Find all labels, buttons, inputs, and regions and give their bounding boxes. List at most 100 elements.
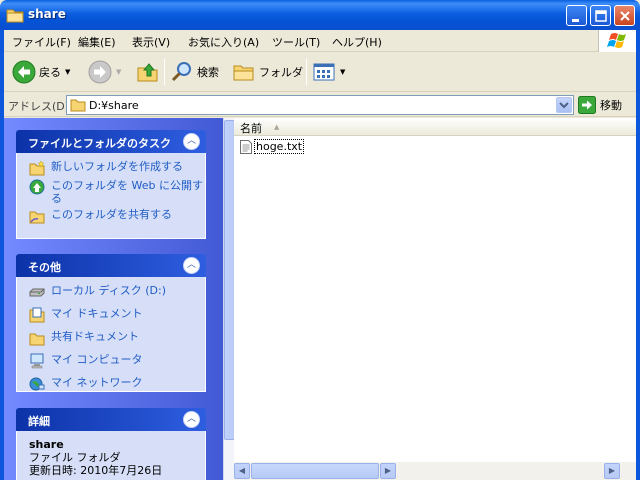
text-file-icon [240,139,252,154]
back-label: 戻る [39,66,61,79]
place-label: ローカル ディスク (D:) [51,284,166,297]
folder-up-icon [137,63,158,82]
close-button[interactable] [614,5,635,26]
my-documents-icon [29,307,45,323]
minimize-icon [572,19,579,22]
panel-header[interactable]: 詳細 ︿ [16,408,206,431]
place-my-network[interactable]: マイ ネットワーク [29,376,205,392]
detail-modified: 更新日時: 2010年7月26日 [29,464,163,477]
publish-web-icon [29,179,45,195]
toolbar-separator [164,59,165,85]
menu-view[interactable]: 表示(V) [132,34,170,50]
panel-title: その他 [28,261,61,274]
horizontal-scrollbar[interactable]: ◀ ▶ ▶ [234,462,636,480]
sort-ascending-icon: ▲ [274,123,280,131]
folders-button[interactable]: フォルダ [232,53,303,91]
forward-arrow-icon [88,60,112,84]
search-label: 検索 [197,66,219,79]
address-input[interactable]: D:¥share [66,95,574,115]
place-label: マイ ネットワーク [51,376,143,389]
panel-body: ローカル ディスク (D:) マイ ドキュメント 共有ドキュメント マイ コンピ… [16,277,206,392]
views-dropdown-icon[interactable]: ▼ [340,68,345,76]
folders-label: フォルダ [259,66,303,79]
file-folder-tasks-panel: ファイルとフォルダのタスク ︿ 新しいフォルダを作成する このフォルダを Web… [16,130,206,239]
place-shared-documents[interactable]: 共有ドキュメント [29,330,205,346]
file-list-view[interactable]: 名前 ▲ hoge.txt ◀ ▶ ▶ [234,118,636,480]
panel-header[interactable]: ファイルとフォルダのタスク ︿ [16,130,206,153]
up-button[interactable] [136,53,160,91]
file-item[interactable]: hoge.txt [240,139,305,154]
share-folder-icon [29,211,45,224]
task-new-folder[interactable]: 新しいフォルダを作成する [29,160,205,176]
local-disk-icon [29,288,45,297]
search-button[interactable]: 検索 [170,53,219,91]
collapse-chevron-icon[interactable]: ︿ [183,257,200,274]
new-folder-icon [29,160,45,176]
maximize-icon [595,10,607,22]
column-header-name[interactable]: 名前 ▲ [234,118,636,136]
shared-documents-icon [29,333,45,346]
scrollbar-thumb[interactable] [251,463,379,479]
place-my-computer[interactable]: マイ コンピュータ [29,353,205,369]
address-bar: アドレス(D) D:¥share 移動 [4,93,636,117]
task-label: 新しいフォルダを作成する [51,160,183,173]
title-bar[interactable]: share [0,0,640,30]
detail-folder-type: ファイル フォルダ [29,451,121,464]
address-dropdown-button[interactable] [556,97,572,113]
scrollbar-thumb[interactable] [224,120,234,440]
toolbar-separator [306,59,307,85]
go-label: 移動 [600,99,622,112]
search-icon [171,62,191,82]
go-arrow-icon [578,96,596,114]
details-panel: 詳細 ︿ share ファイル フォルダ 更新日時: 2010年7月26日 [16,408,206,480]
back-dropdown-icon[interactable]: ▼ [65,68,70,76]
scroll-left-button[interactable]: ◀ [234,463,250,479]
address-value: D:¥share [89,99,139,112]
chevron-down-icon [559,102,569,109]
menu-help[interactable]: ヘルプ(H) [332,34,382,50]
back-arrow-icon [12,60,36,84]
task-label: このフォルダを共有する [51,208,172,221]
forward-dropdown-icon[interactable]: ▼ [116,68,121,76]
my-computer-icon [30,353,44,369]
close-icon [620,11,630,21]
forward-button[interactable]: ▼ [88,53,121,91]
collapse-chevron-icon[interactable]: ︿ [183,133,200,150]
panel-body: share ファイル フォルダ 更新日時: 2010年7月26日 [16,431,206,480]
menu-edit[interactable]: 編集(E) [78,34,116,50]
panel-title: 詳細 [28,415,50,428]
views-icon [313,63,335,81]
window-frame-right [636,30,640,480]
task-share-folder[interactable]: このフォルダを共有する [29,208,205,224]
toolbar: 戻る ▼ ▼ 検索 フォルダ ▼ [4,53,636,92]
task-label: このフォルダを Web に公開する [51,179,203,205]
column-header-label: 名前 [240,122,262,135]
menu-favorites[interactable]: お気に入り(A) [188,34,259,50]
maximize-button[interactable] [590,5,611,26]
folder-icon [6,9,24,23]
folders-icon [233,65,254,81]
place-local-disk[interactable]: ローカル ディスク (D:) [29,284,205,300]
task-pane: ファイルとフォルダのタスク ︿ 新しいフォルダを作成する このフォルダを Web… [4,118,234,480]
back-button[interactable]: 戻る ▼ [12,53,70,91]
detail-folder-name: share [29,438,64,451]
folder-icon [70,99,86,112]
window-title: share [28,7,66,21]
place-my-documents[interactable]: マイ ドキュメント [29,307,205,323]
go-button[interactable]: 移動 [578,95,622,115]
other-places-panel: その他 ︿ ローカル ディスク (D:) マイ ドキュメント 共有ドキュメント … [16,254,206,392]
scroll-right-button[interactable]: ▶ [380,463,396,479]
panel-header[interactable]: その他 ︿ [16,254,206,277]
task-pane-scrollbar[interactable] [223,118,234,480]
menu-tools[interactable]: ツール(T) [272,34,320,50]
menu-file[interactable]: ファイル(F) [12,34,71,50]
minimize-button[interactable] [566,5,587,26]
scroll-right-button[interactable]: ▶ [604,463,620,479]
collapse-chevron-icon[interactable]: ︿ [183,411,200,428]
my-network-icon [29,377,45,391]
task-publish-web[interactable]: このフォルダを Web に公開する [29,179,205,205]
panel-body: 新しいフォルダを作成する このフォルダを Web に公開する このフォルダを共有… [16,153,206,239]
views-button[interactable]: ▼ [312,53,345,91]
place-label: マイ コンピュータ [51,353,143,366]
place-label: 共有ドキュメント [51,330,139,343]
